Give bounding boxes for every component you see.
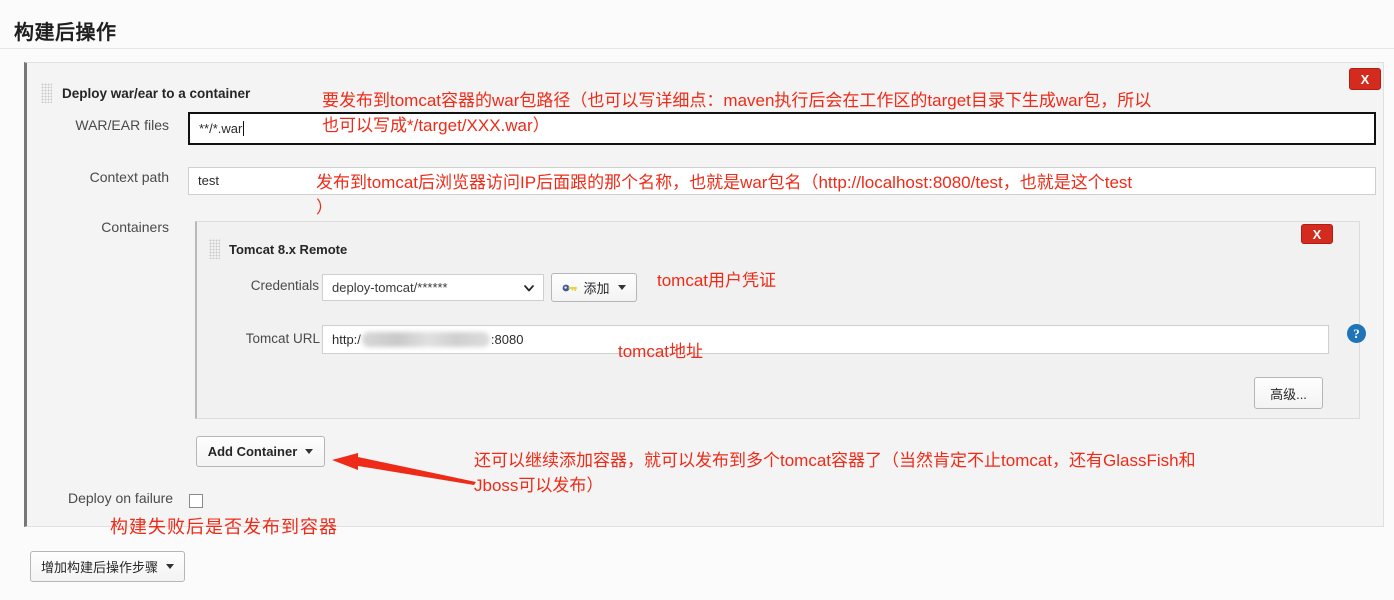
credentials-selected-value: deploy-tomcat/******: [332, 280, 448, 295]
add-credentials-button[interactable]: 添加: [551, 273, 637, 302]
container-panel-title: Tomcat 8.x Remote: [229, 241, 348, 257]
delete-container-button[interactable]: X: [1301, 224, 1333, 244]
deploy-on-failure-label: Deploy on failure: [68, 490, 174, 506]
annotation-credentials: tomcat用户凭证: [657, 271, 777, 290]
text-caret: [243, 121, 245, 136]
credentials-label: Credentials: [250, 278, 319, 293]
redacted-host: [361, 332, 490, 347]
drag-handle-icon[interactable]: [41, 83, 52, 103]
tomcat-url-input[interactable]: http:/ :8080: [322, 325, 1329, 354]
key-icon: [563, 284, 578, 291]
chevron-down-icon: [524, 284, 534, 291]
add-container-label: Add Container: [207, 444, 298, 459]
tomcat-url-prefix: http:/: [332, 332, 361, 347]
context-path-label-wrap: Context path: [68, 169, 169, 185]
chevron-down-icon: [305, 449, 314, 454]
war-ear-files-value: **/*.war: [199, 121, 243, 136]
container-panel-header: Tomcat 8.x Remote: [209, 239, 347, 259]
annotation-war-files: 要发布到tomcat容器的war包路径（也可以写详细点：maven执行后会在工作…: [322, 91, 1152, 135]
tomcat-url-label: Tomcat URL: [245, 331, 320, 346]
containers-label-wrap: Containers: [69, 219, 169, 235]
add-post-build-step-label: 增加构建后操作步骤: [40, 560, 158, 575]
context-path-label: Context path: [89, 169, 169, 185]
chevron-down-icon: [166, 564, 174, 569]
page-title: 构建后操作: [14, 22, 117, 44]
credentials-select[interactable]: deploy-tomcat/******: [322, 274, 544, 301]
war-ear-files-label: WAR/EAR files: [75, 117, 169, 133]
post-build-block-header: Deploy war/ear to a container: [41, 83, 250, 103]
post-build-block-title: Deploy war/ear to a container: [62, 85, 251, 101]
deploy-on-failure-label-wrap: Deploy on failure: [68, 490, 178, 506]
annotation-tomcat-url: tomcat地址: [618, 342, 704, 361]
add-container-button[interactable]: Add Container: [196, 436, 325, 467]
containers-label: Containers: [101, 219, 169, 235]
annotation-context-path: 发布到tomcat后浏览器访问IP后面跟的那个名称，也就是war包名（http:…: [316, 173, 1133, 217]
advanced-button[interactable]: 高级...: [1254, 377, 1323, 409]
add-post-build-step-button[interactable]: 增加构建后操作步骤: [30, 551, 185, 582]
red-arrow-annotation: [332, 453, 476, 485]
help-icon[interactable]: ?: [1347, 324, 1366, 343]
annotation-deploy-on-failure: 构建失败后是否发布到容器: [110, 517, 338, 537]
container-config-panel: Tomcat 8.x Remote: [195, 221, 1360, 419]
war-ear-files-label-wrap: WAR/EAR files: [62, 117, 169, 133]
annotation-add-container: 还可以继续添加容器，就可以发布到多个tomcat容器了（当然肯定不止tomcat…: [474, 451, 1196, 495]
title-divider: [0, 48, 1394, 49]
screen-root: 构建后操作 Deploy war/ear to a container X WA…: [0, 0, 1394, 600]
tomcat-url-suffix: :8080: [490, 332, 524, 347]
add-credentials-label: 添加: [583, 281, 610, 296]
chevron-down-icon: [617, 285, 626, 290]
credentials-label-wrap: Credentials: [236, 278, 319, 293]
tomcat-url-label-wrap: Tomcat URL: [235, 331, 320, 346]
deploy-on-failure-checkbox[interactable]: [189, 494, 203, 508]
drag-handle-icon[interactable]: [209, 239, 220, 259]
delete-post-build-action-button[interactable]: X: [1349, 68, 1381, 90]
